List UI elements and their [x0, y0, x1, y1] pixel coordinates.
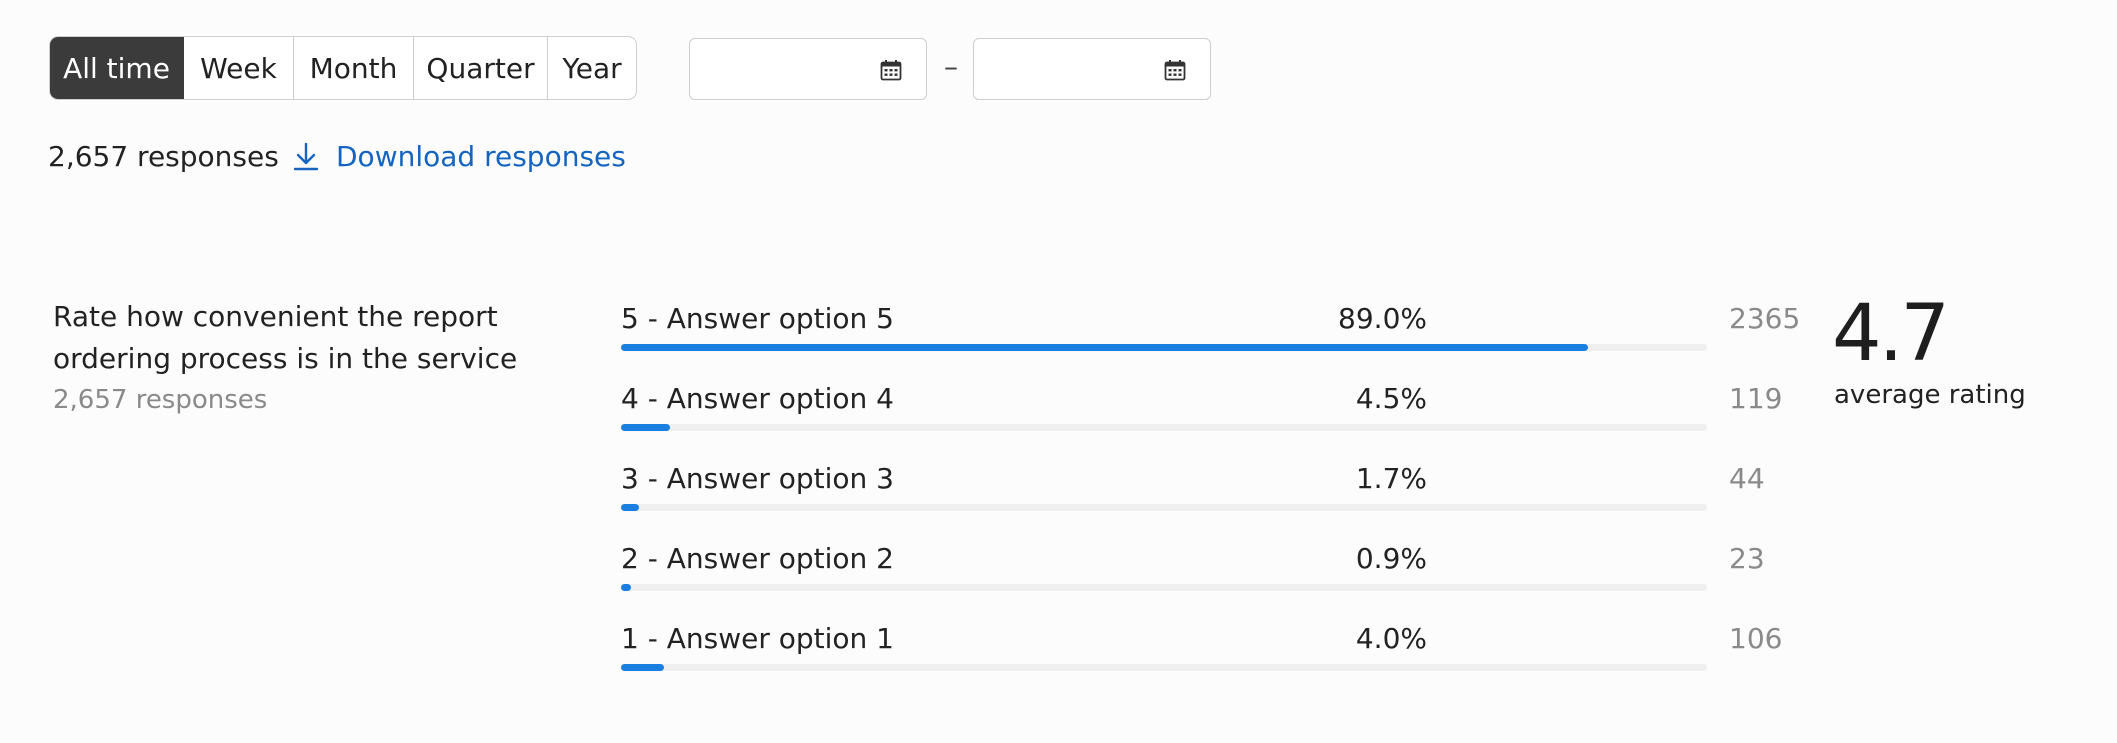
question-title: Rate how convenient the report ordering … — [53, 300, 518, 375]
responses-count: 2,657 responses — [48, 140, 279, 173]
download-icon — [293, 142, 319, 170]
answer-bar-fill — [621, 664, 665, 671]
period-year-button[interactable]: Year — [548, 37, 636, 99]
answer-label: 1 - Answer option 1 — [621, 622, 894, 655]
answer-label: 4 - Answer option 4 — [621, 382, 894, 415]
answer-bar-fill — [621, 344, 1588, 351]
date-from-input[interactable] — [702, 49, 876, 91]
answer-bar-fill — [621, 584, 631, 591]
date-to-input[interactable] — [986, 49, 1160, 91]
answer-label: 2 - Answer option 2 — [621, 542, 894, 575]
answer-count: 2365 — [1729, 302, 1801, 335]
average-rating-value: 4.7 — [1832, 289, 1950, 379]
calendar-icon[interactable] — [880, 59, 902, 81]
answer-bar-track — [621, 584, 1707, 591]
date-to-field[interactable] — [973, 38, 1211, 100]
period-week-button[interactable]: Week — [184, 37, 294, 99]
answer-percent: 1.7% — [1355, 462, 1427, 495]
answer-row: 1 - Answer option 1 4.0% 106 — [621, 622, 1801, 682]
answer-percent: 4.0% — [1355, 622, 1427, 655]
answer-count: 119 — [1729, 382, 1783, 415]
answer-percent: 4.5% — [1355, 382, 1427, 415]
average-rating-label: average rating — [1834, 380, 2026, 410]
question-responses-count: 2,657 responses — [53, 385, 268, 415]
answer-bar-track — [621, 504, 1707, 511]
answer-percent: 0.9% — [1355, 542, 1427, 575]
answer-percent: 89.0% — [1338, 302, 1427, 335]
calendar-icon[interactable] — [1164, 59, 1186, 81]
answer-label: 5 - Answer option 5 — [621, 302, 894, 335]
answer-count: 106 — [1729, 622, 1783, 655]
download-responses-label: Download responses — [336, 140, 626, 173]
answer-row: 3 - Answer option 3 1.7% 44 — [621, 462, 1801, 522]
period-selector: All time Week Month Quarter Year — [49, 36, 637, 100]
answer-count: 23 — [1729, 542, 1765, 575]
answer-row: 5 - Answer option 5 89.0% 2365 — [621, 302, 1801, 362]
date-range-separator: – — [944, 50, 958, 83]
download-responses-link[interactable]: Download responses — [292, 140, 626, 173]
period-month-button[interactable]: Month — [294, 37, 414, 99]
date-from-field[interactable] — [689, 38, 927, 100]
period-quarter-button[interactable]: Quarter — [414, 37, 548, 99]
answer-row: 2 - Answer option 2 0.9% 23 — [621, 542, 1801, 602]
answer-label: 3 - Answer option 3 — [621, 462, 894, 495]
answer-row: 4 - Answer option 4 4.5% 119 — [621, 382, 1801, 442]
period-all-time-button[interactable]: All time — [50, 37, 184, 99]
answer-bar-fill — [621, 424, 670, 431]
answer-bar-fill — [621, 504, 640, 511]
answer-count: 44 — [1729, 462, 1765, 495]
answer-bar-track — [621, 424, 1707, 431]
answer-bar-track — [621, 664, 1707, 671]
answer-bar-track — [621, 344, 1707, 351]
